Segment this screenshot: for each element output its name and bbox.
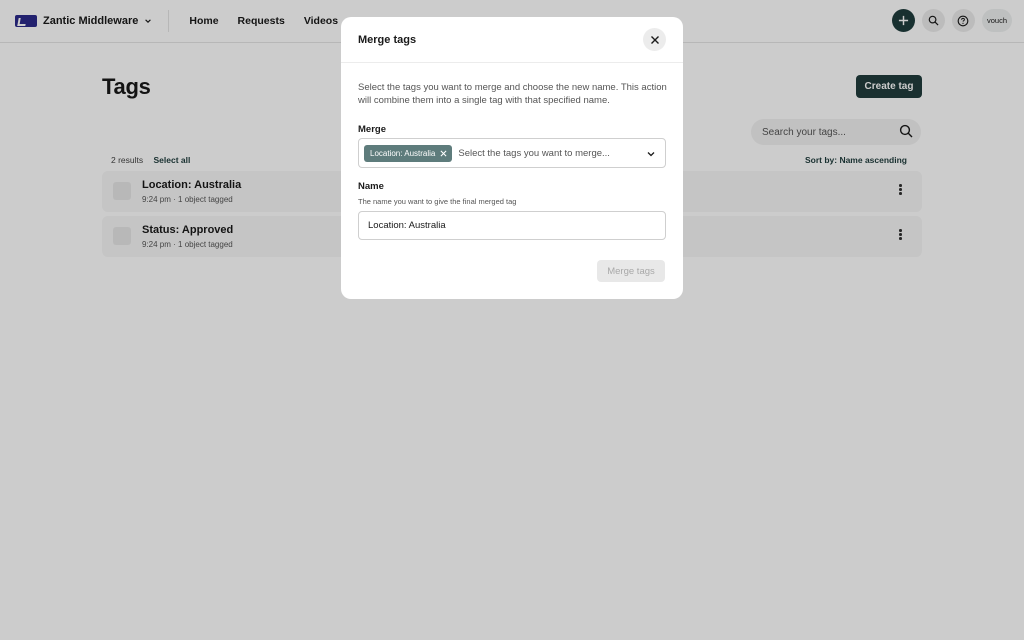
- name-field-label: Name: [358, 181, 384, 192]
- merged-tag-name-input[interactable]: Location: Australia: [358, 211, 666, 240]
- chevron-down-icon[interactable]: [647, 151, 655, 157]
- selected-tag-chip: Location: Australia: [364, 144, 453, 162]
- merge-field-label: Merge: [358, 124, 386, 135]
- dialog-title: Merge tags: [358, 34, 417, 46]
- app-root: Zantic Middleware Home Requests Videos P: [0, 0, 1024, 640]
- close-icon: [650, 35, 659, 44]
- remove-chip-icon[interactable]: [440, 150, 447, 157]
- merge-tags-select[interactable]: Location: Australia Select the tags you …: [358, 138, 666, 168]
- dialog-header: Merge tags: [341, 17, 683, 63]
- dialog-description: Select the tags you want to merge and ch…: [358, 82, 667, 106]
- merge-tags-dialog: Merge tags Select the tags you want to m…: [341, 17, 683, 299]
- merge-tags-button[interactable]: Merge tags: [597, 260, 665, 282]
- name-field-hint: The name you want to give the final merg…: [358, 197, 517, 206]
- close-button[interactable]: [643, 28, 666, 51]
- chip-label: Location: Australia: [370, 148, 436, 158]
- merge-select-placeholder: Select the tags you want to merge...: [458, 147, 610, 159]
